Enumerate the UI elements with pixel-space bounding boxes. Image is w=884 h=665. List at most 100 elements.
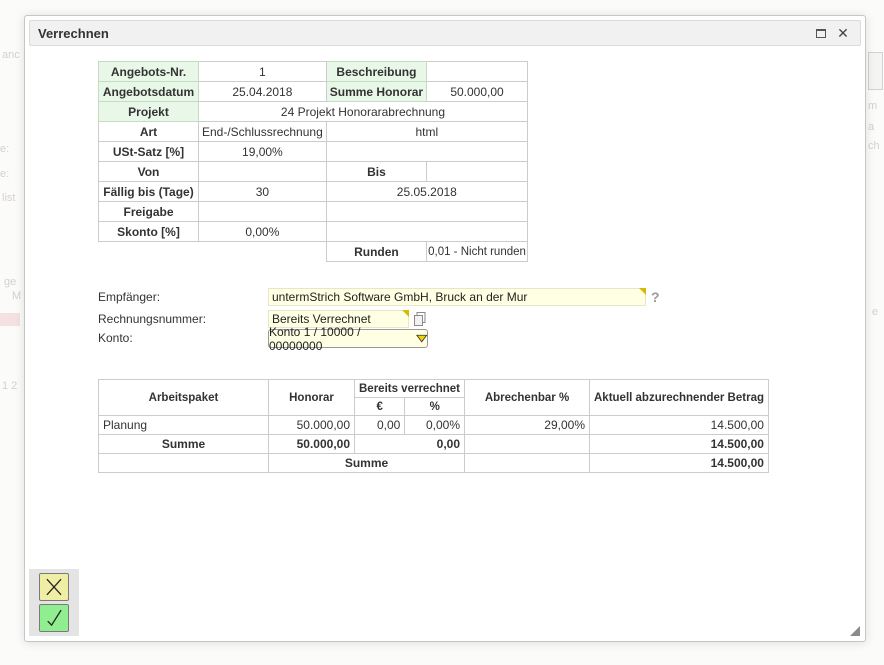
sum-verrechnet: 0,00 [355,435,465,454]
resize-handle[interactable] [850,626,860,636]
projekt-label: Projekt [99,102,199,122]
konto-select[interactable]: Konto 1 / 10000 / 00000000 [268,329,428,348]
skonto-label: Skonto [%] [99,222,199,242]
close-button[interactable]: ✕ [834,24,852,42]
table-header-row: Arbeitspaket Honorar Bereits verrechnet … [99,380,769,398]
rechnungsnummer-label: Rechnungsnummer: [98,312,206,326]
copy-button[interactable] [412,311,428,327]
close-icon: ✕ [837,26,849,40]
table-row: Runden 0,01 - Nicht runden [99,242,528,262]
background-text-fragment: a [868,121,874,133]
sum-honorar: 50.000,00 [269,435,355,454]
sum-row: Summe 50.000,00 0,00 14.500,00 [99,435,769,454]
honorar-cell[interactable]: 50.000,00 [269,416,355,435]
chevron-down-icon [416,334,427,343]
konto-label: Konto: [98,331,133,345]
table-row: Planung 50.000,00 0,00 0,00% 29,00% 14.5… [99,416,769,435]
background-text-fragment: anc [2,49,20,61]
bis-label: Bis [326,162,426,182]
freigabe-label: Freigabe [99,202,199,222]
table-row: Angebots-Nr. 1 Beschreibung [99,62,528,82]
col-honorar: Honorar [269,380,355,416]
summe-honorar-label: Summe Honorar [326,82,426,102]
art-value[interactable]: End-/Schlussrechnung [199,122,327,142]
background-text-fragment: 1 2 [2,380,17,392]
ust-satz-value[interactable]: 19,00% [199,142,327,162]
background-highlight-row [0,313,20,326]
table-row: Skonto [%] 0,00% [99,222,528,242]
offer-form-table: Angebots-Nr. 1 Beschreibung Angebotsdatu… [98,61,528,262]
percent-cell[interactable]: 0,00% [405,416,465,435]
copy-icon [412,311,428,327]
verrechnen-dialog: Verrechnen ✕ Angebots-Nr. 1 Beschreibung… [24,15,866,642]
empfaenger-label: Empfänger: [98,290,160,304]
angebotsdatum-label: Angebotsdatum [99,82,199,102]
angebots-nr-value[interactable]: 1 [199,62,327,82]
art-label: Art [99,122,199,142]
bis-value[interactable] [427,162,528,182]
background-text-fragment: m [868,100,877,112]
konto-selected-value: Konto 1 / 10000 / 00000000 [269,325,411,353]
beschreibung-value[interactable] [427,62,528,82]
betrag-cell[interactable]: 14.500,00 [590,416,769,435]
art-format-value[interactable]: html [326,122,527,142]
runden-label: Runden [326,242,426,262]
freigabe-extra-cell[interactable] [326,202,527,222]
projekt-value[interactable]: 24 Projekt Honorarabrechnung [199,102,528,122]
action-button-panel [29,569,79,636]
faellig-tage-value[interactable]: 30 [199,182,327,202]
table-row: Projekt 24 Projekt Honorarabrechnung [99,102,528,122]
background-text-fragment: ge [4,276,16,288]
angebotsdatum-value[interactable]: 25.04.2018 [199,82,327,102]
background-text-fragment: list [2,192,15,204]
total-row: Summe 14.500,00 [99,454,769,473]
maximize-button[interactable] [812,24,830,42]
corner-marker-icon [639,288,646,295]
spacer-cell [199,242,327,262]
total-label: Summe [269,454,465,473]
col-abrechenbar: Abrechenbar % [465,380,590,416]
cancel-x-icon [42,576,66,598]
dialog-titlebar[interactable]: Verrechnen ✕ [29,20,861,46]
total-abrechenbar-empty [465,454,590,473]
background-text-fragment: e: [0,168,9,180]
dialog-title: Verrechnen [38,26,808,41]
confirm-check-icon [42,607,66,629]
ust-extra-cell[interactable] [326,142,527,162]
col-bereits-verrechnet: Bereits verrechnet [355,380,465,398]
euro-cell[interactable]: 0,00 [355,416,405,435]
table-row: Angebotsdatum 25.04.2018 Summe Honorar 5… [99,82,528,102]
faellig-bis-label: Fällig bis (Tage) [99,182,199,202]
col-arbeitspaket: Arbeitspaket [99,380,269,416]
sum-abrechenbar-empty [465,435,590,454]
table-row: USt-Satz [%] 19,00% [99,142,528,162]
von-value[interactable] [199,162,327,182]
skonto-extra-cell[interactable] [326,222,527,242]
col-betrag: Aktuell abzurechnender Betrag [590,380,769,416]
arbeitspaket-cell[interactable]: Planung [99,416,269,435]
runden-value[interactable]: 0,01 - Nicht runden [427,242,528,262]
skonto-value[interactable]: 0,00% [199,222,327,242]
summe-honorar-value[interactable]: 50.000,00 [427,82,528,102]
background-text-fragment: e [872,306,878,318]
total-empty-cell [99,454,269,473]
confirm-button[interactable] [39,604,69,632]
help-icon[interactable]: ? [651,289,660,305]
background-panel-edge [868,52,883,90]
table-row: Freigabe [99,202,528,222]
von-label: Von [99,162,199,182]
ust-satz-label: USt-Satz [%] [99,142,199,162]
abrechenbar-cell[interactable]: 29,00% [465,416,590,435]
maximize-icon [816,29,826,38]
col-percent: % [405,398,465,416]
faellig-datum-value[interactable]: 25.05.2018 [326,182,527,202]
table-row: Art End-/Schlussrechnung html [99,122,528,142]
empfaenger-input[interactable] [268,288,646,306]
background-text-fragment: e: [0,143,9,155]
cancel-button[interactable] [39,573,69,601]
table-row: Von Bis [99,162,528,182]
sum-label: Summe [99,435,269,454]
col-euro: € [355,398,405,416]
corner-marker-icon [402,310,409,317]
freigabe-value[interactable] [199,202,327,222]
